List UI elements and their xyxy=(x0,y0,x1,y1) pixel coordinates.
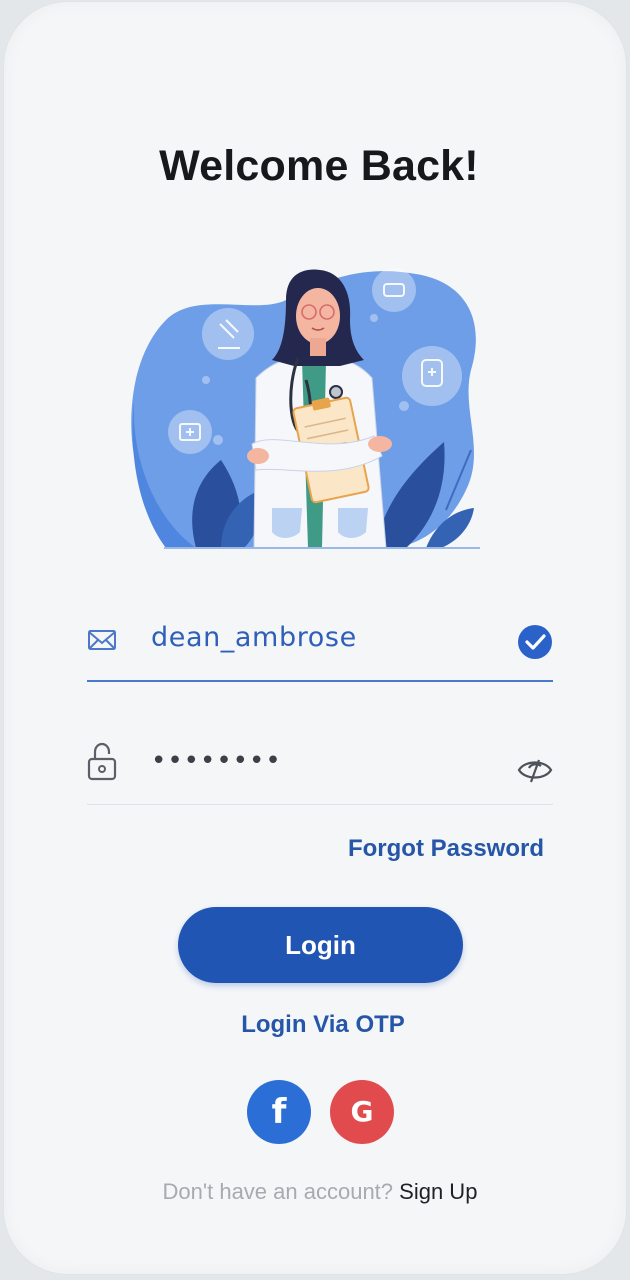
mail-icon xyxy=(88,630,116,650)
username-field[interactable]: dean_ambrose xyxy=(87,610,553,682)
forgot-password-link[interactable]: Forgot Password xyxy=(348,835,544,863)
facebook-login-button[interactable]: f xyxy=(247,1080,311,1144)
signup-link[interactable]: Sign Up xyxy=(399,1179,477,1204)
password-input[interactable]: •••••••• xyxy=(151,746,282,776)
google-icon: G xyxy=(350,1095,374,1128)
eye-hidden-icon[interactable] xyxy=(517,752,553,788)
page-title: Welcome Back! xyxy=(159,142,479,190)
check-circle-icon xyxy=(518,625,552,659)
signup-question: Don't have an account? xyxy=(162,1179,394,1204)
login-via-otp-link[interactable]: Login Via OTP xyxy=(4,1011,626,1039)
lock-icon xyxy=(87,742,117,781)
google-login-button[interactable]: G xyxy=(330,1080,394,1144)
login-button[interactable]: Login xyxy=(178,907,463,983)
facebook-icon: f xyxy=(271,1092,287,1132)
signup-prompt: Don't have an account? Sign Up xyxy=(4,1179,626,1205)
login-screen: Welcome Back! dean_ambrose •••••••• Forg… xyxy=(4,2,626,1274)
username-input[interactable]: dean_ambrose xyxy=(151,622,357,653)
doctor-illustration xyxy=(131,268,480,549)
password-field[interactable]: •••••••• xyxy=(87,734,553,805)
